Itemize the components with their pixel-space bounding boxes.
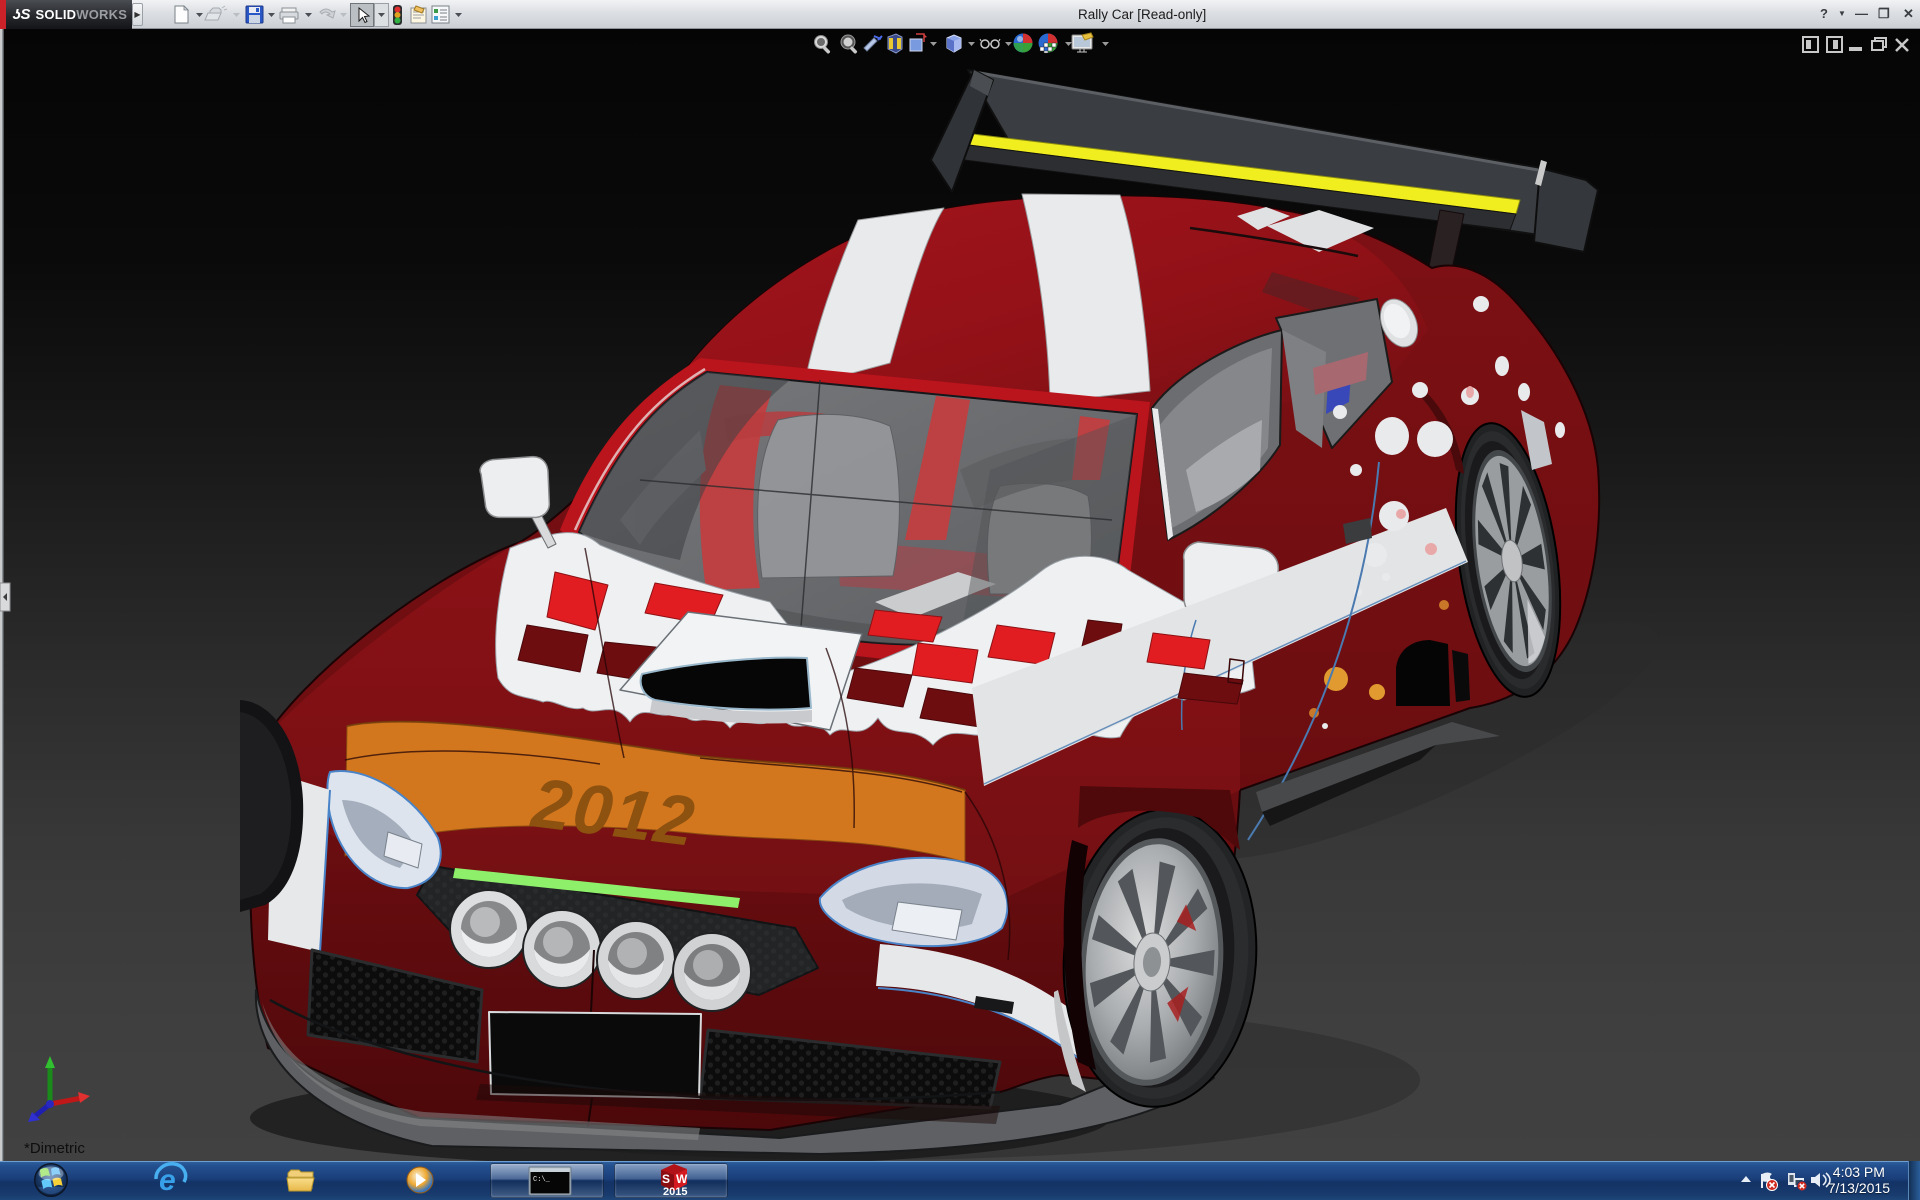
svg-text:2015: 2015 [663,1186,687,1198]
svg-text:W: W [676,1172,688,1186]
svg-text:C:\_: C:\_ [533,1176,551,1184]
svg-text:S: S [662,1172,670,1186]
